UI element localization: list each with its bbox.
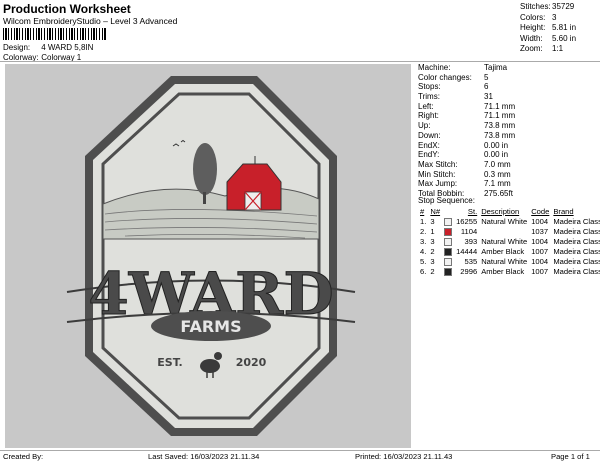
prop-left: Left: 71.1 mm [418, 101, 516, 111]
col-description: Description [481, 206, 520, 216]
color-swatch [444, 237, 453, 246]
footer-last-saved: Last Saved: 16/03/2023 21.11.34 [148, 452, 260, 461]
stop-sequence-heading: Stop Sequence: [418, 196, 475, 205]
footer-divider [0, 450, 600, 451]
prop-machine: Machine: Tajima [418, 63, 508, 72]
prop-down: Down: 73.8 mm [418, 130, 516, 140]
design-preview: 4WARD FARMS EST. 2020 [5, 64, 411, 448]
barcode [3, 28, 107, 40]
year-text: 2020 [236, 356, 267, 369]
color-swatch [444, 247, 453, 256]
table-row: 3.3 393Natural White 1004Madeira Classic… [420, 236, 600, 246]
est-text: EST. [157, 356, 182, 369]
prop-up: Up: 73.8 mm [418, 121, 516, 131]
table-row: 1.3 16255Natural White 1004Madeira Class… [420, 216, 600, 226]
table-row: 2.1 1104 1037Madeira Classic 40 [420, 226, 600, 236]
table-row: 5.3 535Natural White 1004Madeira Classic… [420, 256, 600, 266]
stop-sequence-table: # N# St. Description Code Brand 1. 3 1625… [418, 206, 600, 276]
software-subtitle: Wilcom EmbroideryStudio – Level 3 Advanc… [3, 16, 178, 26]
col-brand: Brand [553, 206, 574, 216]
prop-min-stitch: Min Stitch: 0.3 mm [418, 169, 511, 179]
machine-properties: Machine: Tajima Color changes: 5 Stops: 6 T… [418, 63, 515, 199]
prop-endy: EndY: 0.00 in [418, 150, 509, 160]
stat-stitches: Stitches:35729 [520, 2, 575, 11]
page-title: Production Worksheet [3, 2, 131, 16]
design-row: Design: 4 WARD 5,8IN [3, 43, 93, 52]
table-row: 4.2 14444Amber Black 1007Madeira Classic… [420, 246, 600, 256]
table-header: # N# St. Description Code Brand [418, 206, 600, 216]
design-value: 4 WARD 5,8IN [41, 43, 94, 52]
footer-printed: Printed: 16/03/2023 21.11.43 [355, 452, 453, 461]
design-label: Design: [3, 43, 31, 52]
prop-endx: EndX: 0.00 in [418, 140, 509, 150]
color-swatch [444, 257, 453, 266]
prop-trims: Trims: 31 [418, 92, 493, 102]
prop-max-stitch: Max Stitch: 7.0 mm [418, 159, 511, 169]
tree [193, 143, 217, 195]
color-swatch [444, 217, 453, 226]
color-swatch [444, 267, 453, 276]
stat-height: Height: 5.81 in [520, 23, 577, 32]
table-row: 6.2 2996Amber Black 1007Madeira Classic … [420, 266, 600, 276]
col-needle: N# [430, 206, 441, 216]
stats-panel: Stitches:35729 Colors: 3 Height: 5.81 in W… [520, 2, 576, 55]
hexagon-fill [93, 84, 329, 428]
col-stitches: St. [467, 206, 478, 216]
col-color [442, 206, 454, 216]
stat-colors: Colors: 3 [520, 12, 557, 22]
footer-created-by: Created By: [3, 452, 44, 461]
prop-right: Right: 71.1 mm [418, 111, 516, 121]
footer-page: Page 1 of 1 [551, 452, 590, 461]
col-code: Code [531, 206, 550, 216]
color-swatch [444, 227, 453, 236]
stat-width: Width: 5.60 in [520, 33, 577, 43]
banner-text: FARMS [180, 317, 241, 336]
prop-color-changes: Color changes: 5 [418, 72, 489, 82]
embroidery-artwork: 4WARD FARMS EST. 2020 [66, 76, 356, 436]
prop-max-jump: Max Jump: 7.1 mm [418, 179, 511, 189]
stat-zoom: Zoom: 1:1 [520, 44, 564, 53]
header-divider [0, 61, 600, 62]
col-stop: # [420, 206, 425, 216]
prop-stops: Stops: 6 [418, 82, 489, 92]
